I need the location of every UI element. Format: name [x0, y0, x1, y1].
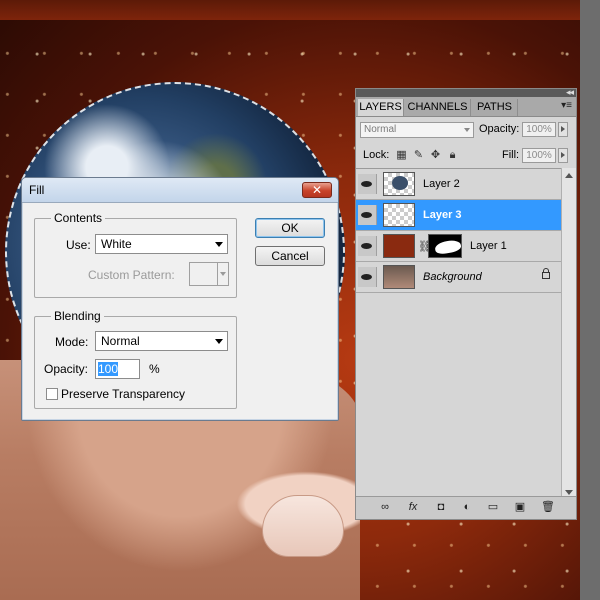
layer-thumbnail: [383, 172, 415, 196]
custom-pattern-picker: [189, 262, 229, 286]
layer-row-background[interactable]: Background: [356, 262, 562, 293]
layer-thumbnail: [383, 265, 415, 289]
lock-all-icon[interactable]: 🔒︎: [446, 149, 459, 162]
opacity-input[interactable]: 100: [95, 359, 140, 379]
scroll-down-icon[interactable]: [565, 490, 573, 495]
new-layer-icon[interactable]: ▣: [513, 501, 527, 514]
mode-label: Mode:: [55, 335, 89, 349]
adjustment-layer-icon[interactable]: ◐: [460, 501, 474, 514]
lock-brush-icon[interactable]: ✎: [412, 149, 425, 162]
thumbnail-fingernail: [262, 495, 344, 557]
layers-panel: ◂◂ LAYERS CHANNELS PATHS ▾≡ Normal Opaci…: [355, 87, 577, 520]
fill-field[interactable]: 100%: [522, 148, 556, 163]
custom-pattern-label: Custom Pattern:: [88, 268, 175, 282]
layer-name: Layer 3: [423, 209, 462, 221]
tab-paths[interactable]: PATHS: [472, 99, 518, 116]
fill-value: 100%: [526, 150, 552, 161]
layer-thumbnail: [383, 203, 415, 227]
panel-bottom-toolbar: ∞ fx ◘ ◐ ▭ ▣ 🗑︎: [356, 496, 576, 519]
opacity-slider-button[interactable]: [558, 122, 568, 137]
lock-transparent-icon[interactable]: ▦: [395, 149, 408, 162]
new-group-icon[interactable]: ▭: [486, 501, 500, 514]
blending-legend: Blending: [51, 309, 104, 323]
link-layers-icon[interactable]: ∞: [378, 501, 392, 514]
tab-layers[interactable]: LAYERS: [358, 99, 404, 116]
contents-legend: Contents: [51, 211, 106, 225]
layer-name: Layer 2: [423, 178, 460, 190]
panel-opacity-label: Opacity:: [479, 123, 520, 135]
blend-mode-value: Normal: [364, 124, 397, 135]
layers-list: Layer 2 Layer 3 ⛓︎ Layer 1 Background: [356, 168, 562, 501]
eye-icon[interactable]: [358, 236, 377, 256]
panel-header-bar[interactable]: ◂◂: [356, 87, 576, 97]
panel-menu-icon[interactable]: ▾≡: [561, 100, 572, 111]
chevron-down-icon: [215, 339, 223, 344]
opacity-label: Opacity:: [44, 362, 89, 376]
layer-name: Background: [423, 271, 482, 283]
lock-icon: [542, 268, 550, 279]
canvas-top-strip: [0, 0, 580, 20]
mode-value: Normal: [101, 334, 140, 348]
workspace-gutter: [580, 0, 600, 600]
layer-name: Layer 1: [470, 240, 507, 252]
fill-slider-button[interactable]: [558, 148, 568, 163]
ok-button[interactable]: OK: [255, 218, 325, 238]
panel-opacity-field[interactable]: 100%: [522, 122, 556, 137]
layer-mask-thumbnail[interactable]: [428, 234, 462, 258]
fill-dialog: Fill ✕ Contents Use: White Custom Patter…: [21, 177, 339, 421]
layers-scrollbar[interactable]: [561, 168, 576, 500]
eye-icon[interactable]: [358, 267, 377, 287]
contents-group: Contents: [34, 211, 237, 298]
mode-select[interactable]: Normal: [95, 331, 228, 351]
use-value: White: [101, 237, 132, 251]
panel-opacity-value: 100%: [526, 124, 552, 135]
tab-channels[interactable]: CHANNELS: [405, 99, 471, 116]
eye-icon[interactable]: [358, 174, 377, 194]
trash-icon[interactable]: 🗑︎: [541, 501, 555, 514]
layer-thumbnail: [383, 234, 415, 258]
fill-label: Fill:: [502, 149, 520, 161]
blend-mode-select[interactable]: Normal: [360, 122, 474, 138]
opacity-unit: %: [149, 362, 160, 376]
dialog-title: Fill: [29, 183, 45, 197]
use-select[interactable]: White: [95, 234, 228, 254]
chevron-down-icon: [215, 242, 223, 247]
layer-row-layer-3[interactable]: Layer 3: [356, 200, 562, 231]
chevron-down-icon: [464, 128, 470, 132]
opacity-value: 100: [98, 362, 119, 376]
use-label: Use:: [66, 238, 91, 252]
eye-icon[interactable]: [358, 205, 377, 225]
fx-icon[interactable]: fx: [406, 501, 420, 514]
pattern-separator: [217, 263, 218, 285]
scroll-up-icon[interactable]: [565, 173, 573, 178]
close-button[interactable]: ✕: [302, 182, 332, 198]
preserve-transparency-checkbox[interactable]: [46, 388, 58, 400]
dialog-titlebar[interactable]: Fill ✕: [22, 178, 338, 203]
close-icon: ✕: [311, 183, 323, 197]
lock-move-icon[interactable]: ✥: [429, 149, 442, 162]
preserve-transparency-label: Preserve Transparency: [61, 387, 186, 401]
layer-row-layer-2[interactable]: Layer 2: [356, 169, 562, 200]
lock-label: Lock:: [363, 149, 390, 161]
add-mask-icon[interactable]: ◘: [434, 501, 448, 514]
cancel-button[interactable]: Cancel: [255, 246, 325, 266]
panel-tabs: LAYERS CHANNELS PATHS ▾≡: [356, 97, 576, 117]
chevron-down-icon: [220, 272, 226, 276]
layer-row-layer-1[interactable]: ⛓︎ Layer 1: [356, 231, 562, 262]
